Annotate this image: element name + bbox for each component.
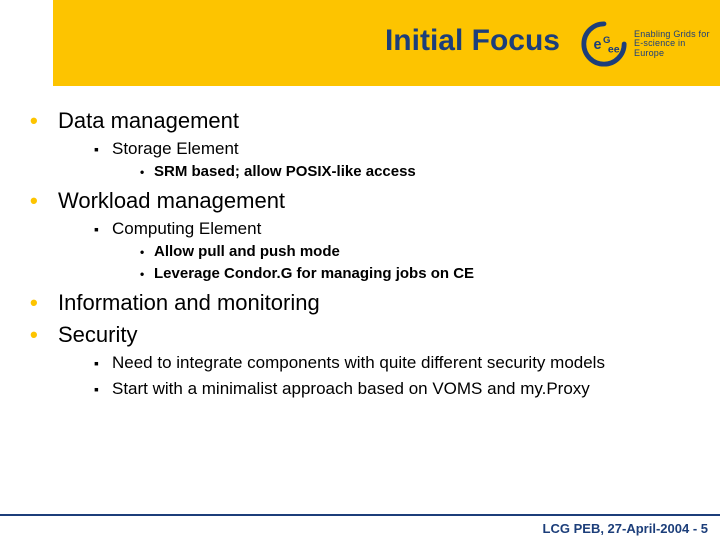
- footer-text: LCG PEB, 27-April-2004 - 5: [543, 521, 708, 536]
- bullet-text: SRM based; allow POSIX-like access: [154, 162, 416, 182]
- bullet-lvl1: • Information and monitoring: [30, 290, 690, 316]
- bullet-icon: •: [140, 242, 154, 262]
- bullet-lvl2: ▪ Storage Element: [94, 138, 690, 160]
- bullet-lvl1: • Data management: [30, 108, 690, 134]
- egee-logo-icon: e G ee: [580, 20, 628, 68]
- bullet-lvl1: • Workload management: [30, 188, 690, 214]
- bullet-text: Storage Element: [112, 138, 239, 160]
- bullet-text: Allow pull and push mode: [154, 242, 340, 262]
- slide-title: Initial Focus: [70, 24, 560, 58]
- footer-divider: [0, 514, 720, 516]
- bullet-icon: •: [30, 322, 58, 348]
- bullet-text: Computing Element: [112, 218, 261, 240]
- bullet-icon: •: [30, 188, 58, 214]
- bullet-text: Data management: [58, 108, 239, 134]
- bullet-icon: •: [30, 108, 58, 134]
- bullet-lvl3: • Leverage Condor.G for managing jobs on…: [140, 264, 690, 284]
- bullet-text: Workload management: [58, 188, 285, 214]
- bullet-lvl2: ▪ Computing Element: [94, 218, 690, 240]
- bullet-text: Start with a minimalist approach based o…: [112, 378, 590, 400]
- egee-logo: e G ee Enabling Grids for E-science in E…: [580, 4, 710, 84]
- header-accent: [0, 0, 53, 86]
- bullet-icon: •: [140, 264, 154, 284]
- bullet-text: Security: [58, 322, 137, 348]
- bullet-text: Need to integrate components with quite …: [112, 352, 605, 374]
- bullet-icon: ▪: [94, 378, 112, 400]
- content: • Data management ▪ Storage Element • SR…: [30, 102, 690, 400]
- bullet-icon: •: [140, 162, 154, 182]
- bullet-text: Information and monitoring: [58, 290, 320, 316]
- bullet-lvl3: • SRM based; allow POSIX-like access: [140, 162, 690, 182]
- bullet-lvl2: ▪ Start with a minimalist approach based…: [94, 378, 690, 400]
- bullet-lvl2: ▪ Need to integrate components with quit…: [94, 352, 690, 374]
- svg-text:e: e: [593, 37, 601, 53]
- bullet-icon: ▪: [94, 352, 112, 374]
- bullet-icon: ▪: [94, 138, 112, 160]
- bullet-lvl3: • Allow pull and push mode: [140, 242, 690, 262]
- svg-text:ee: ee: [608, 44, 620, 56]
- bullet-icon: ▪: [94, 218, 112, 240]
- bullet-lvl1: • Security: [30, 322, 690, 348]
- slide: Initial Focus e G ee Enabling Grids for …: [0, 0, 720, 540]
- logo-tagline-2: E-science in Europe: [634, 39, 710, 58]
- bullet-text: Leverage Condor.G for managing jobs on C…: [154, 264, 474, 284]
- egee-logo-text: Enabling Grids for E-science in Europe: [634, 30, 710, 58]
- bullet-icon: •: [30, 290, 58, 316]
